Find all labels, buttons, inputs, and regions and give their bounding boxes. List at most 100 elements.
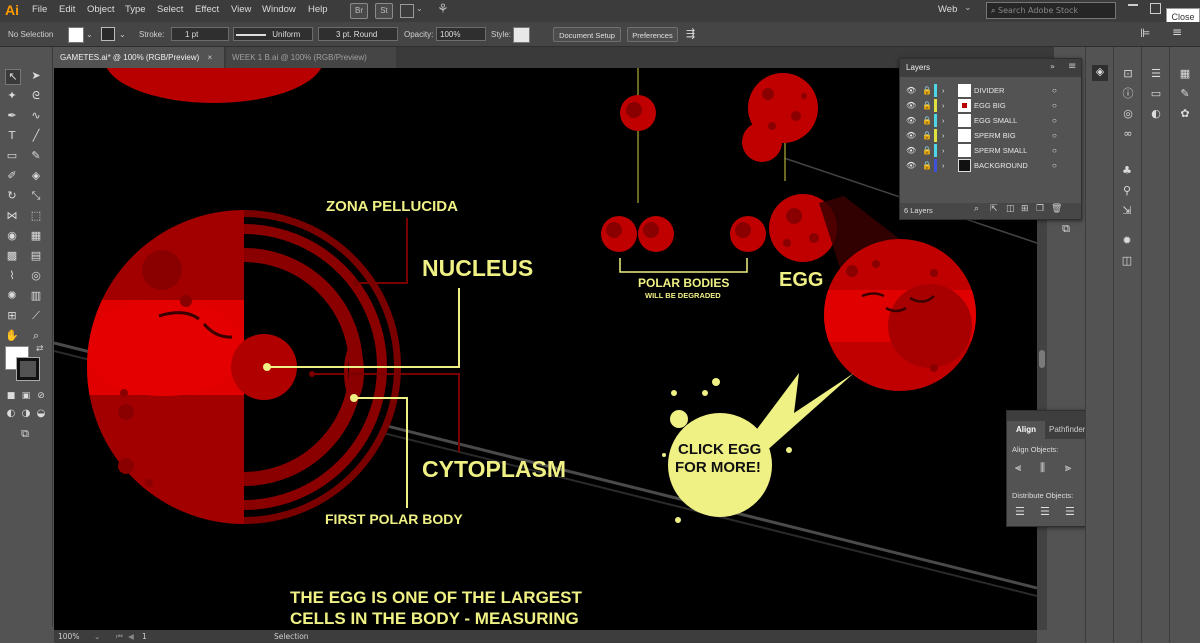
label-for-more[interactable]: FOR MORE!	[675, 459, 761, 476]
clip-mask-icon[interactable]: ◫	[1006, 204, 1015, 214]
menu-window[interactable]: Window	[262, 4, 296, 15]
lock-icon[interactable]: 🔒	[922, 158, 932, 173]
expand-icon[interactable]: ›	[942, 83, 945, 98]
panel-menu-icon[interactable]: ≡	[1068, 61, 1076, 72]
layer-row-egg-small[interactable]: 👁 🔒 › EGG SMALL ○	[900, 113, 1080, 128]
layer-name[interactable]: DIVIDER	[974, 83, 1004, 98]
layer-name[interactable]: EGG BIG	[974, 98, 1006, 113]
shaper-icon[interactable]: ✐	[5, 169, 19, 183]
bridge-button[interactable]: Br	[350, 3, 368, 19]
eye-icon[interactable]: 👁	[906, 98, 916, 113]
variable-width-profile[interactable]: Uniform	[233, 27, 313, 41]
eye-icon[interactable]: 👁	[906, 113, 916, 128]
align-left-icon[interactable]: ⫷	[1015, 461, 1021, 475]
collapse-panel-icon[interactable]: »	[1050, 62, 1055, 71]
menu-edit[interactable]: Edit	[59, 4, 75, 15]
magic-wand-icon[interactable]: ✦	[5, 89, 19, 103]
brushes-icon[interactable]: ✎	[1178, 87, 1192, 101]
layers-panel-title[interactable]: Layers	[906, 63, 930, 72]
links-icon[interactable]: ∞	[1121, 127, 1135, 141]
tab-week1b[interactable]: WEEK 1 B.ai @ 100% (RGB/Preview)	[226, 47, 396, 68]
opacity-input[interactable]: 100%	[436, 27, 486, 41]
distribute-bottom-icon[interactable]: ☰	[1065, 505, 1075, 518]
layer-name[interactable]: SPERM SMALL	[974, 143, 1027, 158]
eraser-icon[interactable]: ◈	[29, 169, 43, 183]
previous-artboard-icon[interactable]: ◀	[128, 630, 134, 643]
shape-builder-icon[interactable]: ◉	[5, 229, 19, 243]
close-icon[interactable]: ×	[208, 53, 213, 62]
workspace-switcher[interactable]: Web	[938, 4, 957, 15]
chevron-down-icon[interactable]: ⌄	[964, 3, 972, 13]
eye-icon[interactable]: 👁	[906, 143, 916, 158]
properties-icon[interactable]: ☰	[1149, 67, 1163, 81]
target-icon[interactable]: ○	[1052, 128, 1057, 143]
new-layer-icon[interactable]: ❐	[1036, 204, 1044, 214]
direct-selection-tool-icon[interactable]: ➤	[29, 69, 43, 83]
expand-icon[interactable]: ›	[942, 143, 945, 158]
symbol-sprayer-icon[interactable]: ✺	[5, 289, 19, 303]
zoom-level[interactable]: 100%	[58, 630, 79, 643]
swap-fill-stroke-icon[interactable]: ⇄	[36, 344, 44, 354]
maximize-icon[interactable]	[1150, 3, 1161, 14]
expand-icon[interactable]: ›	[942, 98, 945, 113]
draw-inside-icon[interactable]: ◒	[34, 407, 48, 421]
artboard-number[interactable]: 1	[142, 630, 147, 643]
menu-icon[interactable]: ≡	[1172, 25, 1182, 39]
mesh-icon[interactable]: ▩	[5, 249, 19, 263]
navigator-icon[interactable]: ◎	[1121, 107, 1135, 121]
hand-tool-icon[interactable]: ✋	[5, 329, 19, 343]
layer-row-sperm-small[interactable]: 👁 🔒 › SPERM SMALL ○	[900, 143, 1080, 158]
target-icon[interactable]: ○	[1052, 113, 1057, 128]
paintbrush-icon[interactable]: ✎	[29, 149, 43, 163]
target-icon[interactable]: ○	[1052, 83, 1057, 98]
preferences-button[interactable]: Preferences	[627, 27, 678, 42]
stock-button[interactable]: St	[375, 3, 393, 19]
none-mode-icon[interactable]: ⊘	[34, 389, 48, 403]
tab-align[interactable]: Align	[1007, 421, 1045, 439]
selection-tool-icon[interactable]: ↖	[5, 69, 21, 85]
arrange-icon[interactable]: ⇶	[686, 27, 695, 40]
screen-mode-icon[interactable]: ⧉	[18, 427, 32, 441]
delete-icon[interactable]: 🗑	[1051, 204, 1062, 214]
target-icon[interactable]: ○	[1052, 143, 1057, 158]
search-icon[interactable]: ⌕	[974, 204, 979, 214]
brush-definition[interactable]: 3 pt. Round	[318, 27, 398, 41]
popout-icon[interactable]: ⧉	[1059, 222, 1073, 236]
gradient-icon[interactable]: ▤	[29, 249, 43, 263]
width-tool-icon[interactable]: ⋈	[5, 209, 19, 223]
eyedropper-icon[interactable]: ⌇	[5, 269, 19, 283]
rectangle-tool-icon[interactable]: ▭	[5, 149, 19, 163]
lock-icon[interactable]: 🔒	[922, 113, 932, 128]
rotate-icon[interactable]: ↻	[5, 189, 19, 203]
draw-mode-icon[interactable]: ◐	[4, 407, 18, 421]
lasso-icon[interactable]: ᘓ	[29, 89, 43, 103]
gradient-panel-icon[interactable]: ▭	[1149, 87, 1163, 101]
stroke-color-box[interactable]	[16, 357, 40, 381]
layer-row-background[interactable]: 👁 🔒 › BACKGROUND ○	[900, 158, 1080, 173]
graphic-style-swatch[interactable]	[513, 27, 530, 43]
eye-icon[interactable]: 👁	[906, 158, 916, 173]
chevron-down-icon[interactable]: ⌄	[119, 30, 126, 39]
stroke-swatch[interactable]	[101, 27, 115, 41]
export-icon[interactable]: ⇱	[990, 204, 998, 214]
type-tool-icon[interactable]: T	[5, 129, 19, 143]
menu-file[interactable]: File	[32, 4, 47, 15]
expand-icon[interactable]: ›	[942, 158, 945, 173]
lock-icon[interactable]: 🔒	[922, 98, 932, 113]
scale-icon[interactable]: ⤡	[29, 189, 43, 203]
layer-row-egg-big[interactable]: 👁 🔒 › EGG BIG ○	[900, 98, 1080, 113]
artboard-canvas[interactable]: ZONA PELLUCIDA NUCLEUS CYTOPLASM FIRST P…	[54, 68, 1037, 630]
menu-help[interactable]: Help	[308, 4, 328, 15]
blend-icon[interactable]: ◎	[29, 269, 43, 283]
target-icon[interactable]: ○	[1052, 98, 1057, 113]
layer-row-divider[interactable]: 👁 🔒 › DIVIDER ○	[900, 83, 1080, 98]
info-icon[interactable]: ⓘ	[1121, 87, 1135, 101]
expand-icon[interactable]: ›	[942, 113, 945, 128]
draw-behind-icon[interactable]: ◑	[19, 407, 33, 421]
layer-name[interactable]: EGG SMALL	[974, 113, 1017, 128]
layer-name[interactable]: SPERM BIG	[974, 128, 1016, 143]
symbols-icon[interactable]: ✿	[1178, 107, 1192, 121]
swatches-icon[interactable]: ▦	[1178, 67, 1192, 81]
tab-gametes[interactable]: GAMETES.ai* @ 100% (RGB/Preview) ×	[54, 47, 224, 68]
layer-row-sperm-big[interactable]: 👁 🔒 › SPERM BIG ○	[900, 128, 1080, 143]
